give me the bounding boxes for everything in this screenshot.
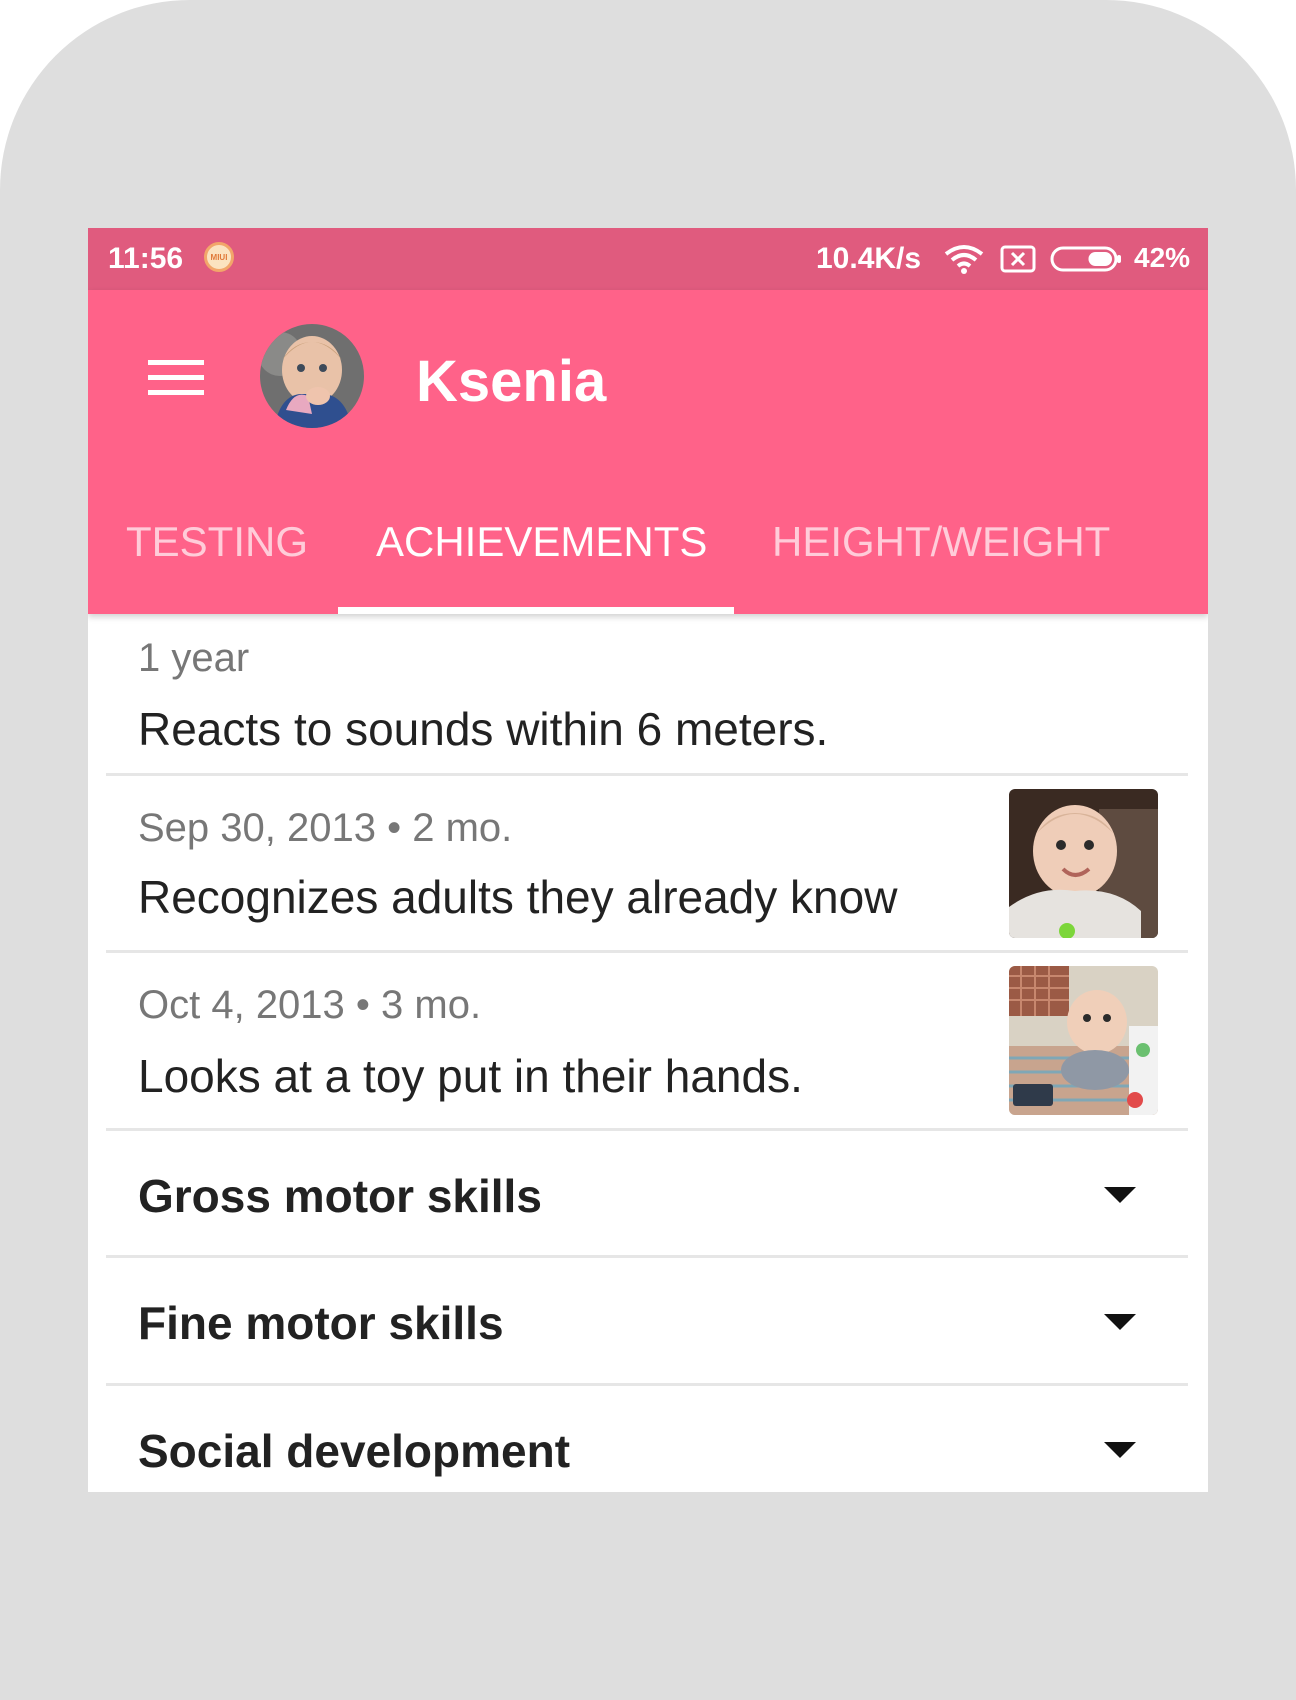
child-avatar-image (260, 324, 364, 428)
category-label: Fine motor skills (138, 1297, 504, 1349)
category-label: Social development (138, 1425, 571, 1477)
phone-screen: 11:56 MIUI 10.4K/s 42% Ksenia TESTING AC… (88, 228, 1208, 1492)
achievement-meta: Sep 30, 2013 • 2 mo. (138, 806, 513, 850)
achievement-text: Reacts to sounds within 6 meters. (138, 703, 829, 755)
status-bar: 11:56 MIUI 10.4K/s 42% (88, 228, 1208, 290)
chevron-down-icon[interactable] (1104, 1187, 1136, 1203)
category-label: Gross motor skills (138, 1170, 542, 1222)
battery-percent: 42% (1134, 242, 1191, 273)
achievement-photo-image (1009, 966, 1158, 1115)
menu-icon[interactable] (144, 356, 204, 400)
achievement-photo[interactable] (1009, 966, 1158, 1115)
achievement-photo[interactable] (1009, 789, 1158, 938)
network-speed: 10.4K/s (816, 242, 922, 275)
tab-achievements[interactable]: ACHIEVEMENTS (376, 518, 707, 566)
battery-icon (1050, 246, 1121, 272)
category-gross-motor[interactable]: Gross motor skills (106, 1131, 1188, 1258)
tab-height-weight[interactable]: HEIGHT/WEIGHT (772, 518, 1110, 566)
tab-testing[interactable]: TESTING (126, 518, 308, 566)
miui-badge-text: MIUI (210, 252, 228, 262)
achievement-item[interactable]: Oct 4, 2013 • 3 mo. Looks at a toy put i… (106, 953, 1188, 1131)
app-bar: Ksenia TESTING ACHIEVEMENTS HEIGHT/WEIGH… (88, 290, 1208, 614)
achievement-text: Looks at a toy put in their hands. (138, 1050, 803, 1102)
category-social-development[interactable]: Social development (106, 1386, 1188, 1492)
category-fine-motor[interactable]: Fine motor skills (106, 1258, 1188, 1386)
achievement-item[interactable]: 1 year Reacts to sounds within 6 meters. (106, 614, 1188, 776)
chevron-down-icon[interactable] (1104, 1314, 1136, 1330)
wifi-icon (944, 245, 984, 274)
no-sim-icon (1000, 245, 1036, 273)
achievement-meta: Oct 4, 2013 • 3 mo. (138, 983, 482, 1027)
chevron-down-icon[interactable] (1104, 1442, 1136, 1458)
achievement-item[interactable]: Sep 30, 2013 • 2 mo. Recognizes adults t… (106, 776, 1188, 953)
achievement-meta: 1 year (138, 636, 250, 680)
achievement-photo-image (1009, 789, 1158, 938)
child-avatar[interactable] (260, 324, 364, 428)
page-title: Ksenia (416, 349, 607, 414)
miui-notification-icon: MIUI (204, 242, 234, 272)
achievement-text: Recognizes adults they already know (138, 871, 898, 923)
status-time: 11:56 (108, 242, 184, 275)
active-tab-indicator (338, 607, 734, 614)
